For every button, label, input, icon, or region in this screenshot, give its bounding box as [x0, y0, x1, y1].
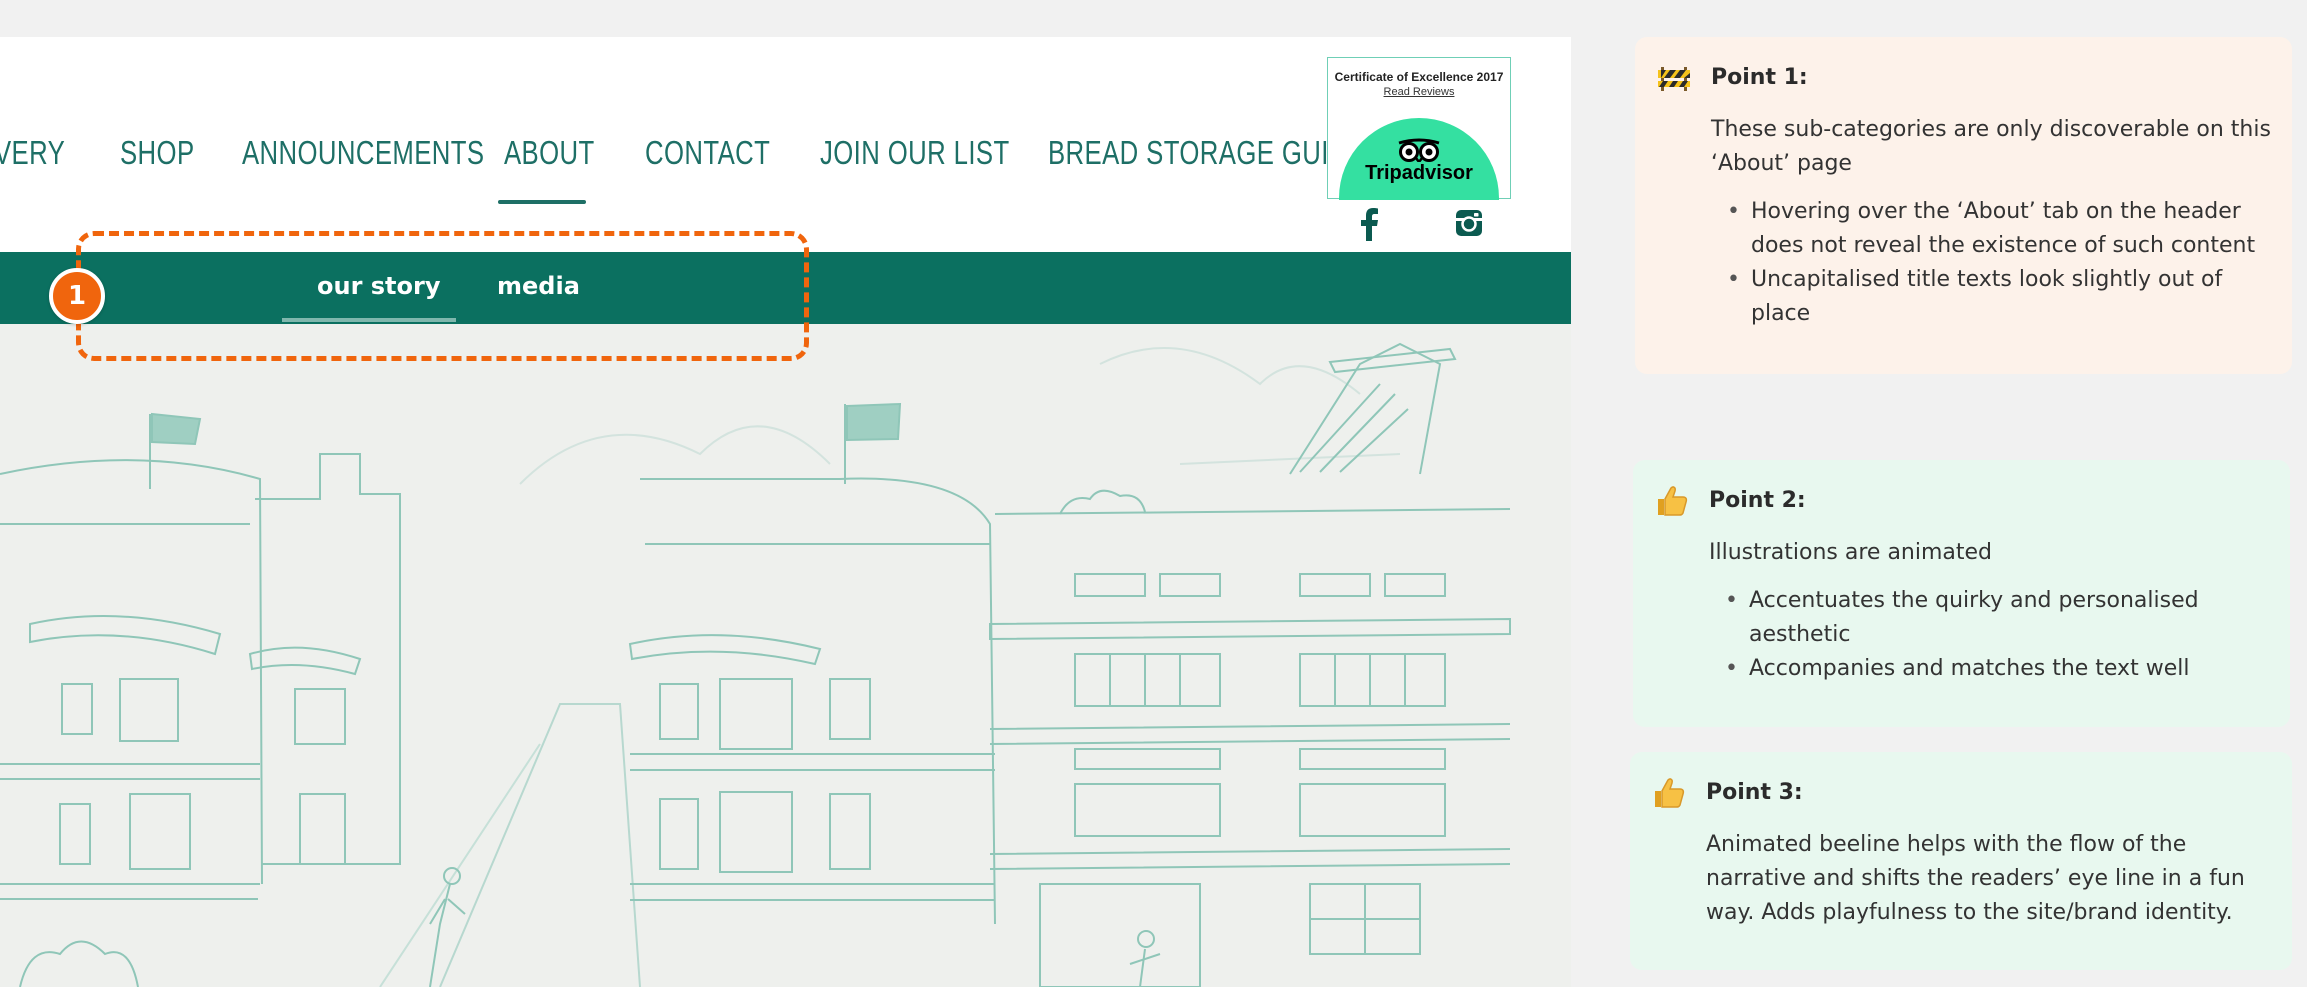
- annotated-screenshot: VERY SHOP ANNOUNCEMENTS ABOUT CONTACT JO…: [0, 0, 2307, 987]
- note-bullet: Accompanies and matches the text well: [1725, 652, 2269, 686]
- construction-icon: [1658, 67, 1690, 91]
- site-header: VERY SHOP ANNOUNCEMENTS ABOUT CONTACT JO…: [0, 37, 1571, 252]
- tripadvisor-logo: Tripadvisor: [1339, 118, 1499, 200]
- callout-badge: 1: [49, 268, 105, 324]
- note-point-3: Point 3: Animated beeline helps with the…: [1630, 752, 2292, 970]
- note-text: Illustrations are animated: [1709, 540, 1993, 565]
- note-bullet: Uncapitalised title texts look slightly …: [1727, 263, 2271, 331]
- tripadvisor-badge[interactable]: Certificate of Excellence 2017 Read Revi…: [1327, 57, 1511, 200]
- note-title: Point 2:: [1709, 488, 1806, 513]
- note-bullets: Hovering over the ‘About’ tab on the hea…: [1711, 195, 2271, 331]
- nav-item-join-our-list[interactable]: JOIN OUR LIST: [820, 134, 1010, 172]
- hero-illustration: [0, 324, 1571, 987]
- note-title: Point 1:: [1711, 65, 1808, 90]
- note-body: These sub-categories are only discoverab…: [1711, 113, 2271, 331]
- nav-item-about[interactable]: ABOUT: [504, 134, 595, 172]
- nav-item-shop[interactable]: SHOP: [120, 134, 195, 172]
- tripadvisor-name: Tripadvisor: [1365, 162, 1473, 184]
- instagram-icon[interactable]: [1455, 209, 1483, 237]
- note-bullet: Accentuates the quirky and personalised …: [1725, 584, 2269, 652]
- note-bullets: Accentuates the quirky and personalised …: [1709, 584, 2269, 686]
- nav-active-underline: [498, 200, 586, 204]
- facebook-icon[interactable]: [1358, 207, 1380, 241]
- callout-highlight-box: [76, 231, 809, 361]
- note-body: Animated beeline helps with the flow of …: [1706, 828, 2266, 930]
- owl-icon: [1398, 138, 1440, 162]
- note-body: Illustrations are animated Accentuates t…: [1709, 536, 2269, 686]
- note-bullet: Hovering over the ‘About’ tab on the hea…: [1727, 195, 2271, 263]
- note-title: Point 3:: [1706, 780, 1803, 805]
- nav-item-announcements[interactable]: ANNOUNCEMENTS: [242, 134, 484, 172]
- street-illustration: [0, 342, 1511, 987]
- nav-item-bread-storage-guide[interactable]: BREAD STORAGE GUIDE: [1048, 134, 1365, 172]
- thumbs-up-icon: [1655, 778, 1685, 808]
- website-screenshot: VERY SHOP ANNOUNCEMENTS ABOUT CONTACT JO…: [0, 37, 1571, 987]
- note-point-2: Point 2: Illustrations are animated Acce…: [1633, 460, 2290, 727]
- note-text: Animated beeline helps with the flow of …: [1706, 832, 2245, 925]
- thumbs-up-icon: [1658, 486, 1688, 516]
- tripadvisor-certificate: Certificate of Excellence 2017: [1334, 70, 1504, 84]
- note-point-1: Point 1: These sub-categories are only d…: [1635, 37, 2292, 374]
- nav-item-delivery[interactable]: VERY: [0, 134, 65, 172]
- tripadvisor-read-reviews-link[interactable]: Read Reviews: [1328, 86, 1510, 98]
- note-text: These sub-categories are only discoverab…: [1711, 117, 2271, 176]
- nav-item-contact[interactable]: CONTACT: [645, 134, 770, 172]
